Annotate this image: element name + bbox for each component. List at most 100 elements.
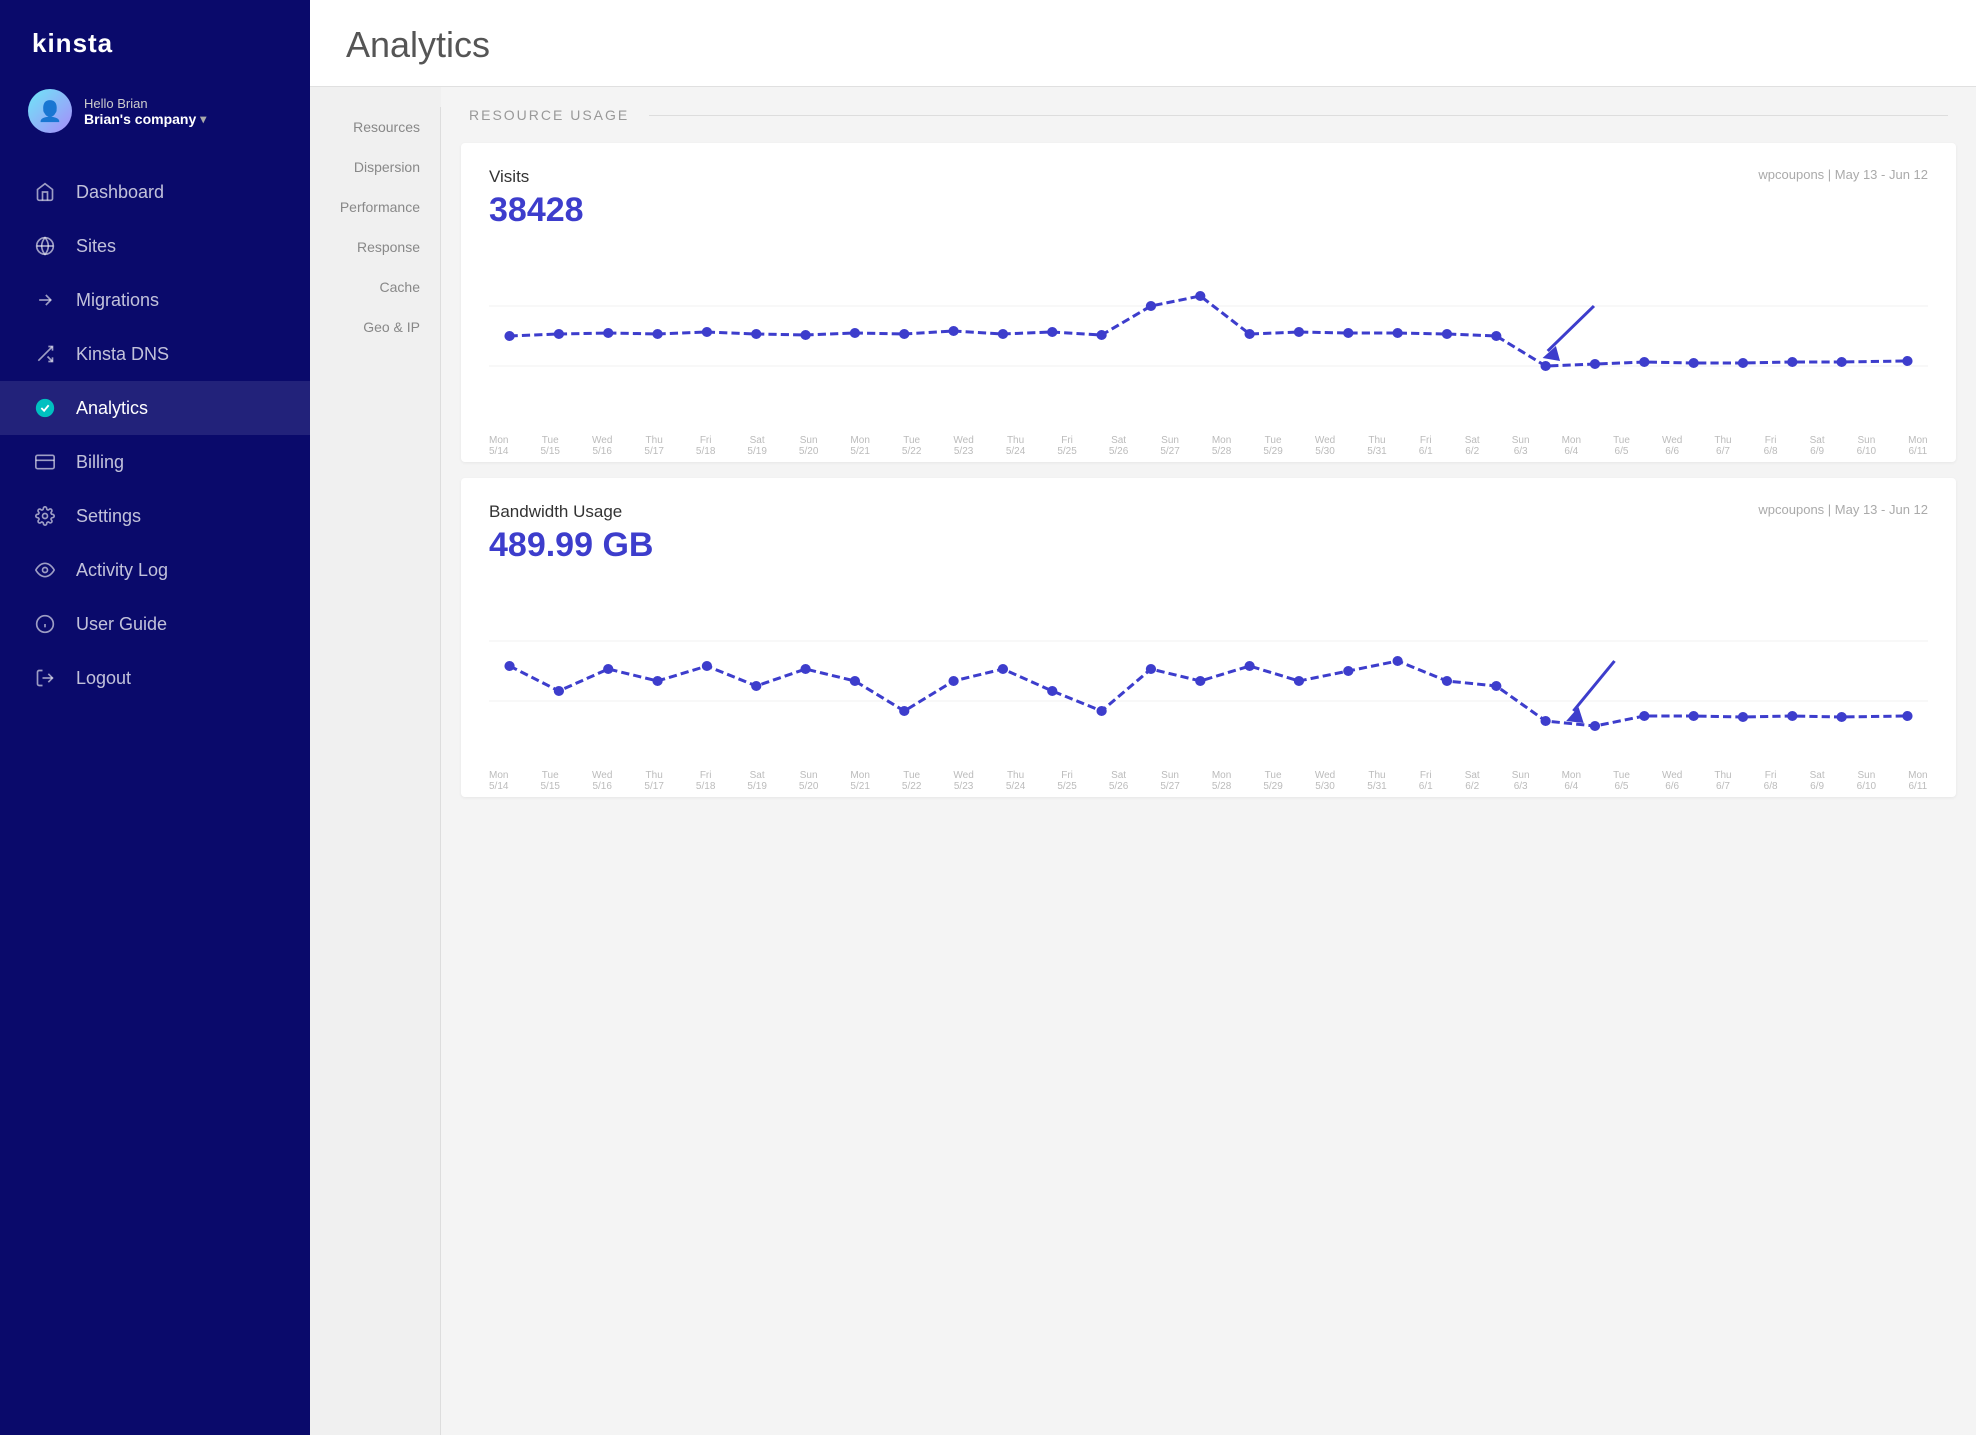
x-label-group: Wed5/16 <box>592 770 612 792</box>
x-label-day: Wed <box>592 435 612 446</box>
x-label-group: Wed5/23 <box>953 770 973 792</box>
x-label-group: Tue5/29 <box>1263 770 1282 792</box>
x-label-group: Thu6/7 <box>1714 435 1731 457</box>
dns-icon <box>32 341 58 367</box>
x-label-day: Tue <box>903 770 920 781</box>
x-label-group: Fri5/18 <box>696 770 715 792</box>
x-label-group: Fri6/1 <box>1419 770 1433 792</box>
x-label-day: Wed <box>953 770 973 781</box>
x-label-day: Tue <box>1265 435 1282 446</box>
x-label-date: 6/4 <box>1564 781 1578 792</box>
x-label-day: Sat <box>750 770 765 781</box>
subnav-performance[interactable]: Performance <box>310 187 440 227</box>
sidebar-item-activity-log[interactable]: Activity Log <box>0 543 310 597</box>
x-label-date: 6/9 <box>1810 446 1824 457</box>
sidebar-item-user-guide-label: User Guide <box>76 614 167 635</box>
x-label-group: Fri6/1 <box>1419 435 1433 457</box>
x-label-day: Sun <box>800 435 818 446</box>
visits-chart-container: Mon5/14Tue5/15Wed5/16Thu5/17Fri5/18Sat5/… <box>489 246 1928 446</box>
x-label-date: 6/1 <box>1419 446 1433 457</box>
sidebar-item-settings[interactable]: Settings <box>0 489 310 543</box>
x-label-date: 5/19 <box>747 781 766 792</box>
sidebar-item-billing[interactable]: Billing <box>0 435 310 489</box>
x-label-day: Wed <box>592 770 612 781</box>
subnav-cache[interactable]: Cache <box>310 267 440 307</box>
sidebar-item-sites-label: Sites <box>76 236 116 257</box>
x-label-day: Sat <box>750 435 765 446</box>
user-area[interactable]: 👤 Hello Brian Brian's company ▾ <box>0 79 310 157</box>
x-label-date: 5/21 <box>850 446 869 457</box>
x-label-day: Fri <box>1765 770 1777 781</box>
sidebar-item-billing-label: Billing <box>76 452 124 473</box>
sidebar-item-migrations[interactable]: Migrations <box>0 273 310 327</box>
x-label-day: Mon <box>1212 770 1231 781</box>
x-label-day: Mon <box>1908 435 1927 446</box>
x-label-group: Sun5/27 <box>1160 435 1179 457</box>
gear-icon <box>32 503 58 529</box>
page-title: Analytics <box>346 24 1940 66</box>
x-label-group: Fri5/25 <box>1057 435 1076 457</box>
subnav-dispersion[interactable]: Dispersion <box>310 147 440 187</box>
sidebar-item-dashboard[interactable]: Dashboard <box>0 165 310 219</box>
sub-nav: Resources Dispersion Performance Respons… <box>310 87 440 1435</box>
x-label-date: 6/6 <box>1665 446 1679 457</box>
sidebar-item-sites[interactable]: Sites <box>0 219 310 273</box>
sidebar-item-kinsta-dns[interactable]: Kinsta DNS <box>0 327 310 381</box>
x-label-group: Sat6/9 <box>1810 435 1825 457</box>
x-label-group: Tue5/22 <box>902 770 921 792</box>
x-label-group: Mon5/28 <box>1212 770 1231 792</box>
bandwidth-chart-container: Mon5/14Tue5/15Wed5/16Thu5/17Fri5/18Sat5/… <box>489 581 1928 781</box>
x-label-day: Fri <box>1420 435 1432 446</box>
sidebar-item-analytics[interactable]: Analytics <box>0 381 310 435</box>
sidebar-item-dashboard-label: Dashboard <box>76 182 164 203</box>
bandwidth-chart-card: Bandwidth Usage wpcoupons | May 13 - Jun… <box>461 478 1956 797</box>
x-label-day: Fri <box>1061 770 1073 781</box>
sidebar-item-analytics-label: Analytics <box>76 398 148 419</box>
sub-nav-divider <box>440 107 441 1435</box>
x-label-group: Sat6/9 <box>1810 770 1825 792</box>
x-label-day: Thu <box>1714 770 1731 781</box>
x-label-day: Tue <box>1613 435 1630 446</box>
house-icon <box>32 179 58 205</box>
subnav-geo-ip[interactable]: Geo & IP <box>310 307 440 347</box>
x-label-group: Tue5/15 <box>541 770 560 792</box>
x-label-date: 5/21 <box>850 781 869 792</box>
globe-icon <box>32 233 58 259</box>
sidebar: kinsta 👤 Hello Brian Brian's company ▾ D… <box>0 0 310 1435</box>
x-label-day: Sat <box>1810 770 1825 781</box>
x-label-group: Wed5/16 <box>592 435 612 457</box>
visits-value: 38428 <box>489 191 1928 230</box>
x-label-group: Sun5/20 <box>799 770 818 792</box>
x-label-day: Sun <box>1512 435 1530 446</box>
x-label-day: Fri <box>700 770 712 781</box>
chevron-down-icon: ▾ <box>200 112 206 126</box>
x-label-day: Tue <box>542 435 559 446</box>
x-label-date: 6/1 <box>1419 781 1433 792</box>
x-label-day: Tue <box>1613 770 1630 781</box>
avatar: 👤 <box>28 89 72 133</box>
subnav-resources[interactable]: Resources <box>310 107 440 147</box>
x-label-group: Sat5/19 <box>747 435 766 457</box>
x-label-group: Mon5/14 <box>489 435 508 457</box>
page-header: Analytics <box>310 0 1976 87</box>
x-label-day: Thu <box>1007 770 1024 781</box>
x-label-group: Thu5/31 <box>1367 770 1386 792</box>
x-label-day: Thu <box>1007 435 1024 446</box>
sidebar-item-logout[interactable]: Logout <box>0 651 310 705</box>
visits-chart-card: Visits wpcoupons | May 13 - Jun 12 38428 <box>461 143 1956 462</box>
x-label-group: Fri6/8 <box>1764 435 1778 457</box>
x-label-day: Tue <box>1265 770 1282 781</box>
x-label-group: Wed5/30 <box>1315 770 1335 792</box>
x-label-date: 5/24 <box>1006 446 1025 457</box>
x-label-date: 6/7 <box>1716 781 1730 792</box>
x-label-group: Fri5/25 <box>1057 770 1076 792</box>
x-label-group: Fri5/18 <box>696 435 715 457</box>
sidebar-item-user-guide[interactable]: User Guide <box>0 597 310 651</box>
subnav-response[interactable]: Response <box>310 227 440 267</box>
x-label-day: Sun <box>1857 435 1875 446</box>
x-label-day: Fri <box>700 435 712 446</box>
x-label-day: Thu <box>1368 435 1385 446</box>
bandwidth-value: 489.99 GB <box>489 526 1928 565</box>
x-label-group: Thu5/24 <box>1006 770 1025 792</box>
x-label-day: Mon <box>850 770 869 781</box>
